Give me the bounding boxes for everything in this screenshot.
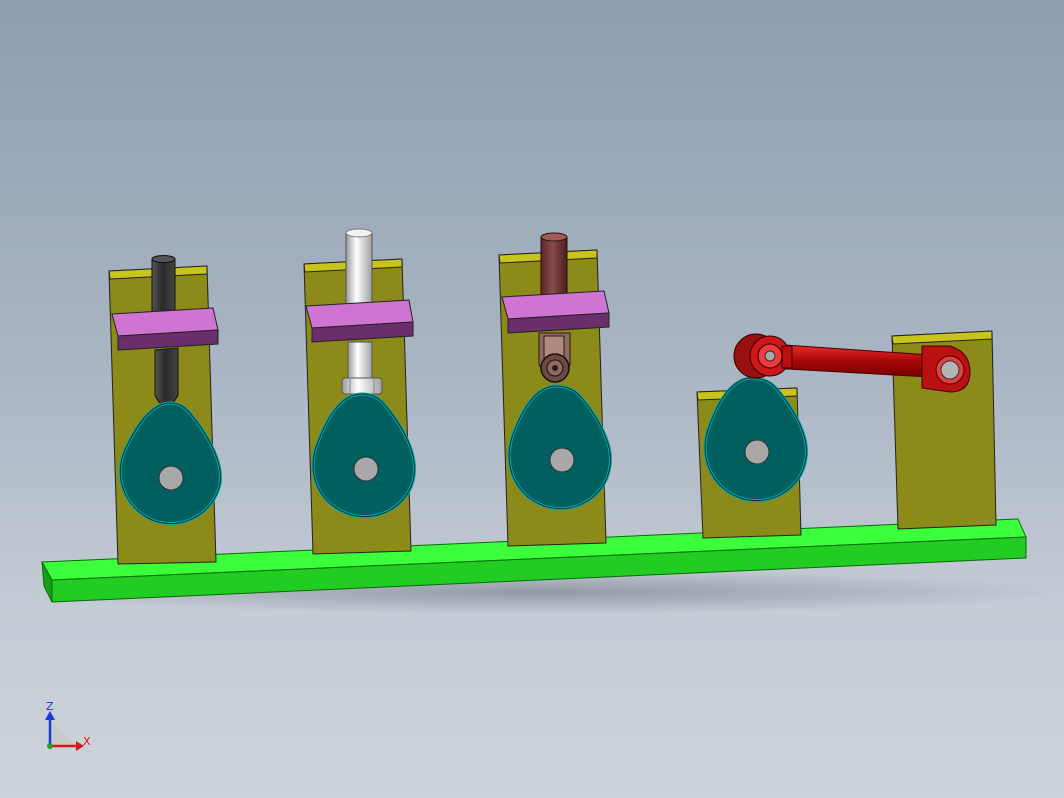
triad-x-label: X bbox=[83, 735, 91, 748]
rocker-roller-end bbox=[733, 333, 793, 379]
rod-2-top bbox=[345, 228, 373, 238]
follower-rod-2-lower bbox=[347, 341, 373, 379]
rod-1-top bbox=[151, 255, 176, 263]
camshaft-hub-3 bbox=[549, 447, 575, 473]
mechanism-1-knife-edge-follower[interactable] bbox=[108, 255, 223, 565]
coordinate-triad: Z X bbox=[45, 700, 91, 751]
triad-xy-plane bbox=[50, 720, 78, 746]
triad-origin bbox=[47, 743, 53, 749]
guide-block-3 bbox=[501, 290, 610, 334]
camshaft-hub-1 bbox=[158, 465, 184, 491]
triad-z-label: Z bbox=[46, 700, 54, 713]
cad-viewport[interactable]: Z X bbox=[0, 0, 1064, 798]
mechanism-3-roller-follower[interactable] bbox=[498, 232, 613, 547]
flat-face-2 bbox=[341, 377, 383, 395]
camshaft-hub-4 bbox=[744, 439, 770, 465]
mechanism-2-flat-face-follower[interactable] bbox=[303, 228, 417, 555]
follower-rod-3 bbox=[540, 235, 568, 303]
camshaft-hub-2 bbox=[353, 456, 379, 482]
cam-mechanisms-assembly[interactable]: Z X bbox=[0, 0, 1064, 798]
guide-block-2 bbox=[305, 299, 414, 343]
follower-rod-2-upper bbox=[345, 231, 373, 311]
rod-3-top bbox=[540, 232, 568, 242]
follower-rod-1-lower bbox=[154, 347, 179, 407]
follower-rod-1-upper bbox=[151, 257, 176, 315]
guide-block-1 bbox=[111, 307, 219, 351]
mechanism-4-rocker-arm-follower[interactable] bbox=[696, 330, 997, 539]
rocker-pivot-clevis bbox=[921, 345, 971, 393]
roller-3 bbox=[540, 353, 570, 383]
